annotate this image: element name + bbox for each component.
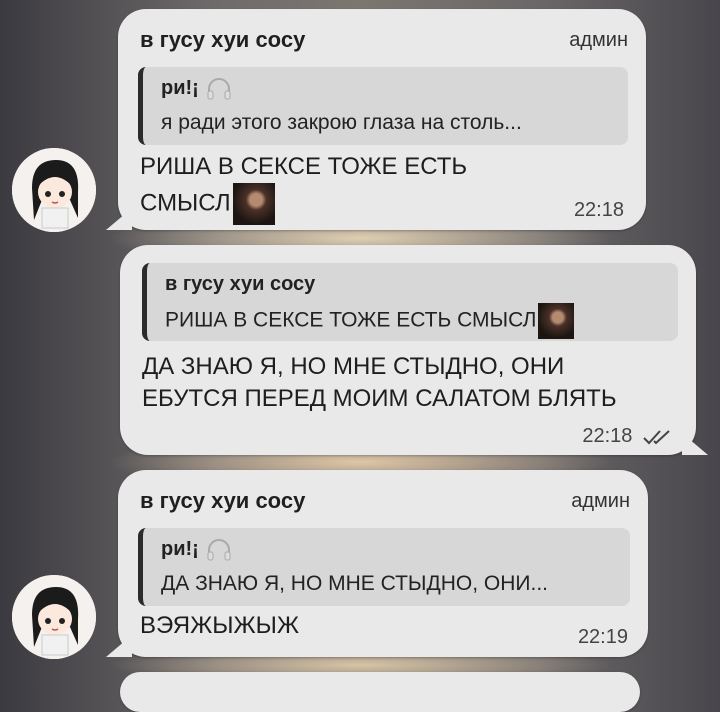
- reply-quote[interactable]: в гусу хуи сосу РИША В СЕКСЕ ТОЖЕ ЕСТЬ С…: [142, 263, 678, 341]
- message-time: 22:19: [577, 626, 628, 648]
- message-text: РИША В СЕКСЕ ТОЖЕ ЕСТЬ СМЫСЛ: [140, 151, 467, 225]
- sender-avatar[interactable]: [12, 148, 96, 232]
- message-bubble-partial[interactable]: [120, 672, 640, 712]
- reply-sender-label: ри!¡: [161, 77, 199, 99]
- anime-character-icon: [12, 575, 96, 659]
- sender-name[interactable]: в гусу хуи сосу: [140, 488, 305, 514]
- message-text: ДА ЗНАЮ Я, НО МНЕ СТЫДНО, ОНИ ЕБУТСЯ ПЕР…: [142, 351, 617, 415]
- message-time: 22:18: [582, 425, 676, 448]
- message-bubble[interactable]: в гусу хуи сосу РИША В СЕКСЕ ТОЖЕ ЕСТЬ С…: [120, 245, 696, 455]
- movie-frame-emoji: [538, 303, 575, 339]
- reply-text-label: РИША В СЕКСЕ ТОЖЕ ЕСТЬ СМЫСЛ: [165, 308, 537, 332]
- message-line: ЕБУТСЯ ПЕРЕД МОИМ САЛАТОМ БЛЯТЬ: [142, 385, 617, 412]
- reply-sender: ри!¡: [161, 77, 232, 100]
- admin-badge: админ: [571, 490, 630, 512]
- message-time-label: 22:18: [582, 425, 633, 447]
- headphones-icon: [207, 538, 231, 561]
- message-text: ВЭЯЖЫЖЫЖ: [140, 612, 300, 639]
- message-bubble[interactable]: в гусу хуи сосу админ ри!¡ ДА ЗНАЮ Я, НО…: [118, 470, 648, 657]
- sender-name[interactable]: в гусу хуи сосу: [140, 27, 305, 53]
- double-check-icon: [643, 429, 670, 445]
- message-line: ДА ЗНАЮ Я, НО МНЕ СТЫДНО, ОНИ: [142, 353, 565, 380]
- sender-avatar[interactable]: [12, 575, 96, 659]
- reply-sender-label: ри!¡: [161, 538, 199, 560]
- reply-text: РИША В СЕКСЕ ТОЖЕ ЕСТЬ СМЫСЛ: [165, 303, 675, 339]
- reply-quote[interactable]: ри!¡ ДА ЗНАЮ Я, НО МНЕ СТЫДНО, ОНИ...: [138, 528, 630, 606]
- reply-quote[interactable]: ри!¡ я ради этого закрою глаза на столь.…: [138, 67, 628, 145]
- message-line-with-sticker: СМЫСЛ: [140, 183, 467, 225]
- admin-badge: админ: [569, 29, 628, 51]
- message-line: СМЫСЛ: [140, 189, 231, 217]
- message-bubble[interactable]: в гусу хуи сосу админ ри!¡ я ради этого …: [118, 9, 646, 230]
- reply-text: ДА ЗНАЮ Я, НО МНЕ СТЫДНО, ОНИ...: [161, 572, 549, 595]
- reply-sender: в гусу хуи сосу: [165, 273, 316, 295]
- movie-frame-emoji: [232, 183, 275, 225]
- reply-text: я ради этого закрою глаза на столь...: [161, 111, 522, 134]
- message-line: РИША В СЕКСЕ ТОЖЕ ЕСТЬ: [140, 153, 468, 180]
- reply-sender: ри!¡: [161, 538, 232, 561]
- message-time: 22:18: [573, 199, 624, 221]
- anime-character-icon: [12, 148, 96, 232]
- headphones-icon: [207, 77, 231, 100]
